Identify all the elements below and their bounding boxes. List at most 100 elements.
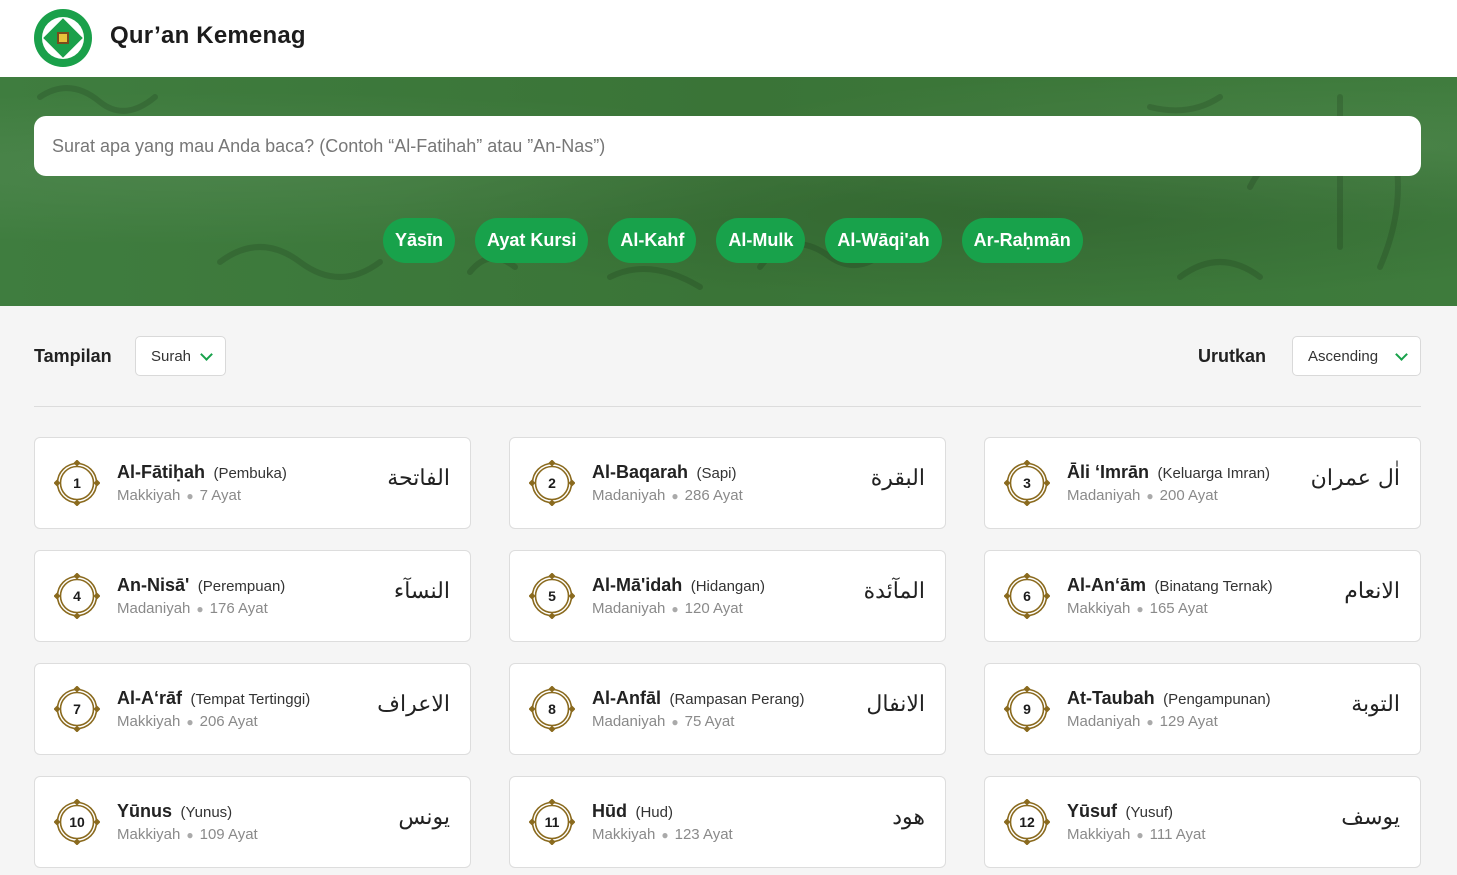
quick-link-al-kahf[interactable]: Al-Kahf (608, 218, 697, 263)
surah-arabic-name: النسآء (393, 579, 450, 604)
surah-number-badge-icon: 1 (54, 460, 100, 506)
surah-arabic-name: الاعراف (377, 692, 450, 717)
surah-grid: 1 Al-Fātiḥah (Pembuka) Makkiyah ● 7 Ayat ا… (34, 437, 1421, 868)
surah-number-badge-icon: 12 (1004, 799, 1050, 845)
surah-card[interactable]: 3 Āli ‘Imrān (Keluarga Imran) Madaniyah ●… (984, 437, 1421, 529)
separator-dot-icon: ● (671, 489, 679, 503)
surah-verse-count: 286 Ayat (684, 487, 743, 504)
surah-name-line: An-Nisā' (Perempuan) (117, 575, 285, 596)
separator-dot-icon: ● (671, 602, 679, 616)
surah-name-line: Al-Anfāl (Rampasan Perang) (592, 688, 805, 709)
surah-arabic-name: التوبة (1351, 692, 1400, 717)
surah-card[interactable]: 9 At-Taubah (Pengampunan) Madaniyah ● 129 … (984, 663, 1421, 755)
surah-arabic-name: المآئدة (863, 579, 925, 604)
surah-revelation-place: Makkiyah (117, 826, 181, 843)
quick-link-yasin[interactable]: Yāsīn (383, 218, 456, 263)
surah-info: Makkiyah ● 206 Ayat (117, 713, 258, 730)
surah-meaning: (Rampasan Perang) (669, 691, 805, 708)
calligraphy-background (0, 77, 1457, 306)
sort-label: Urutkan (1198, 346, 1267, 366)
surah-card[interactable]: 11 Hūd (Hud) Makkiyah ● 123 Ayat هود (509, 776, 946, 868)
surah-info: Makkiyah ● 123 Ayat (592, 826, 733, 843)
surah-latin-name: Al-Baqarah (592, 462, 689, 482)
surah-arabic-name: الانعام (1344, 579, 1400, 604)
view-select[interactable]: Surah (135, 336, 226, 376)
surah-number-badge-icon: 2 (529, 460, 575, 506)
surah-info: Makkiyah ● 165 Ayat (1067, 600, 1208, 617)
view-select-value: Surah (151, 347, 192, 365)
surah-meaning: (Hidangan) (690, 578, 765, 595)
separator-dot-icon: ● (186, 489, 194, 503)
quick-links: Yāsīn Ayat Kursi Al-Kahf Al-Mulk Al-Wāqi… (383, 218, 1083, 263)
separator-dot-icon: ● (1146, 715, 1154, 729)
surah-latin-name: Al-Anfāl (592, 688, 661, 708)
surah-verse-count: 176 Ayat (209, 600, 268, 617)
sort-select-value: Ascending (1308, 347, 1379, 365)
quick-link-al-waqiah[interactable]: Al-Wāqi'ah (825, 218, 942, 263)
surah-arabic-name: اٰل عمران (1310, 466, 1400, 491)
surah-name-line: Al-An‘ām (Binatang Ternak) (1067, 575, 1273, 596)
kemenag-logo-icon[interactable] (34, 9, 92, 67)
hero-banner: Yāsīn Ayat Kursi Al-Kahf Al-Mulk Al-Wāqi… (0, 77, 1457, 306)
quick-link-ayat-kursi[interactable]: Ayat Kursi (475, 218, 589, 263)
surah-card[interactable]: 5 Al-Mā'idah (Hidangan) Madaniyah ● 120 Ay… (509, 550, 946, 642)
separator-dot-icon: ● (196, 602, 204, 616)
surah-name-line: Al-Baqarah (Sapi) (592, 462, 737, 483)
surah-meaning: (Yunus) (180, 804, 233, 821)
surah-name-line: Yūsuf (Yusuf) (1067, 801, 1173, 822)
surah-verse-count: 7 Ayat (199, 487, 242, 504)
surah-number-badge-icon: 11 (529, 799, 575, 845)
surah-info: Makkiyah ● 7 Ayat (117, 487, 241, 504)
surah-card[interactable]: 6 Al-An‘ām (Binatang Ternak) Makkiyah ● 16… (984, 550, 1421, 642)
surah-verse-count: 123 Ayat (674, 826, 733, 843)
sort-select[interactable]: Ascending (1292, 336, 1421, 376)
surah-search-input[interactable] (34, 116, 1421, 176)
surah-number-badge-icon: 7 (54, 686, 100, 732)
surah-card[interactable]: 12 Yūsuf (Yusuf) Makkiyah ● 111 Ayat يوسف (984, 776, 1421, 868)
surah-meaning: (Binatang Ternak) (1154, 578, 1273, 595)
surah-meaning: (Pengampunan) (1163, 691, 1271, 708)
surah-number: 7 (73, 701, 81, 717)
surah-name-line: Al-Mā'idah (Hidangan) (592, 575, 765, 596)
surah-info: Madaniyah ● 286 Ayat (592, 487, 743, 504)
calligraphy-strokes-icon (37, 85, 1401, 290)
app-title[interactable]: Qur’an Kemenag (110, 22, 306, 50)
surah-revelation-place: Makkiyah (117, 487, 181, 504)
surah-meaning: (Hud) (635, 804, 673, 821)
surah-number: 3 (1023, 475, 1031, 491)
surah-verse-count: 111 Ayat (1149, 826, 1206, 843)
surah-arabic-name: الانفال (866, 692, 925, 717)
surah-name-line: Hūd (Hud) (592, 801, 673, 822)
surah-card[interactable]: 1 Al-Fātiḥah (Pembuka) Makkiyah ● 7 Ayat ا… (34, 437, 471, 529)
surah-meaning: (Keluarga Imran) (1157, 465, 1271, 482)
surah-latin-name: Al-Mā'idah (592, 575, 683, 595)
surah-latin-name: At-Taubah (1067, 688, 1155, 708)
surah-card[interactable]: 7 Al-A‘rāf (Tempat Tertinggi) Makkiyah ● 2… (34, 663, 471, 755)
surah-info: Madaniyah ● 75 Ayat (592, 713, 734, 730)
surah-revelation-place: Madaniyah (592, 600, 666, 617)
surah-verse-count: 120 Ayat (684, 600, 743, 617)
surah-card[interactable]: 2 Al-Baqarah (Sapi) Madaniyah ● 286 Ayat ا… (509, 437, 946, 529)
surah-latin-name: An-Nisā' (117, 575, 190, 595)
separator-dot-icon: ● (186, 715, 194, 729)
separator-dot-icon: ● (186, 828, 194, 842)
surah-name-line: Āli ‘Imrān (Keluarga Imran) (1067, 462, 1270, 483)
surah-number: 4 (73, 588, 81, 604)
surah-info: Makkiyah ● 109 Ayat (117, 826, 258, 843)
surah-number: 2 (548, 475, 556, 491)
surah-info: Madaniyah ● 120 Ayat (592, 600, 743, 617)
section-divider (34, 406, 1421, 407)
quick-link-al-mulk[interactable]: Al-Mulk (716, 218, 806, 263)
surah-card[interactable]: 4 An-Nisā' (Perempuan) Madaniyah ● 176 Aya… (34, 550, 471, 642)
surah-revelation-place: Makkiyah (117, 713, 181, 730)
surah-latin-name: Al-Fātiḥah (117, 462, 205, 482)
surah-card[interactable]: 8 Al-Anfāl (Rampasan Perang) Madaniyah ● 7… (509, 663, 946, 755)
surah-card[interactable]: 10 Yūnus (Yunus) Makkiyah ● 109 Ayat يونس (34, 776, 471, 868)
surah-number: 6 (1023, 588, 1031, 604)
surah-verse-count: 200 Ayat (1159, 487, 1218, 504)
surah-verse-count: 75 Ayat (684, 713, 735, 730)
surah-number-badge-icon: 6 (1004, 573, 1050, 619)
surah-meaning: (Perempuan) (197, 578, 286, 595)
surah-arabic-name: البقرة (870, 466, 925, 491)
quick-link-ar-rahman[interactable]: Ar-Raḥmān (961, 218, 1083, 263)
